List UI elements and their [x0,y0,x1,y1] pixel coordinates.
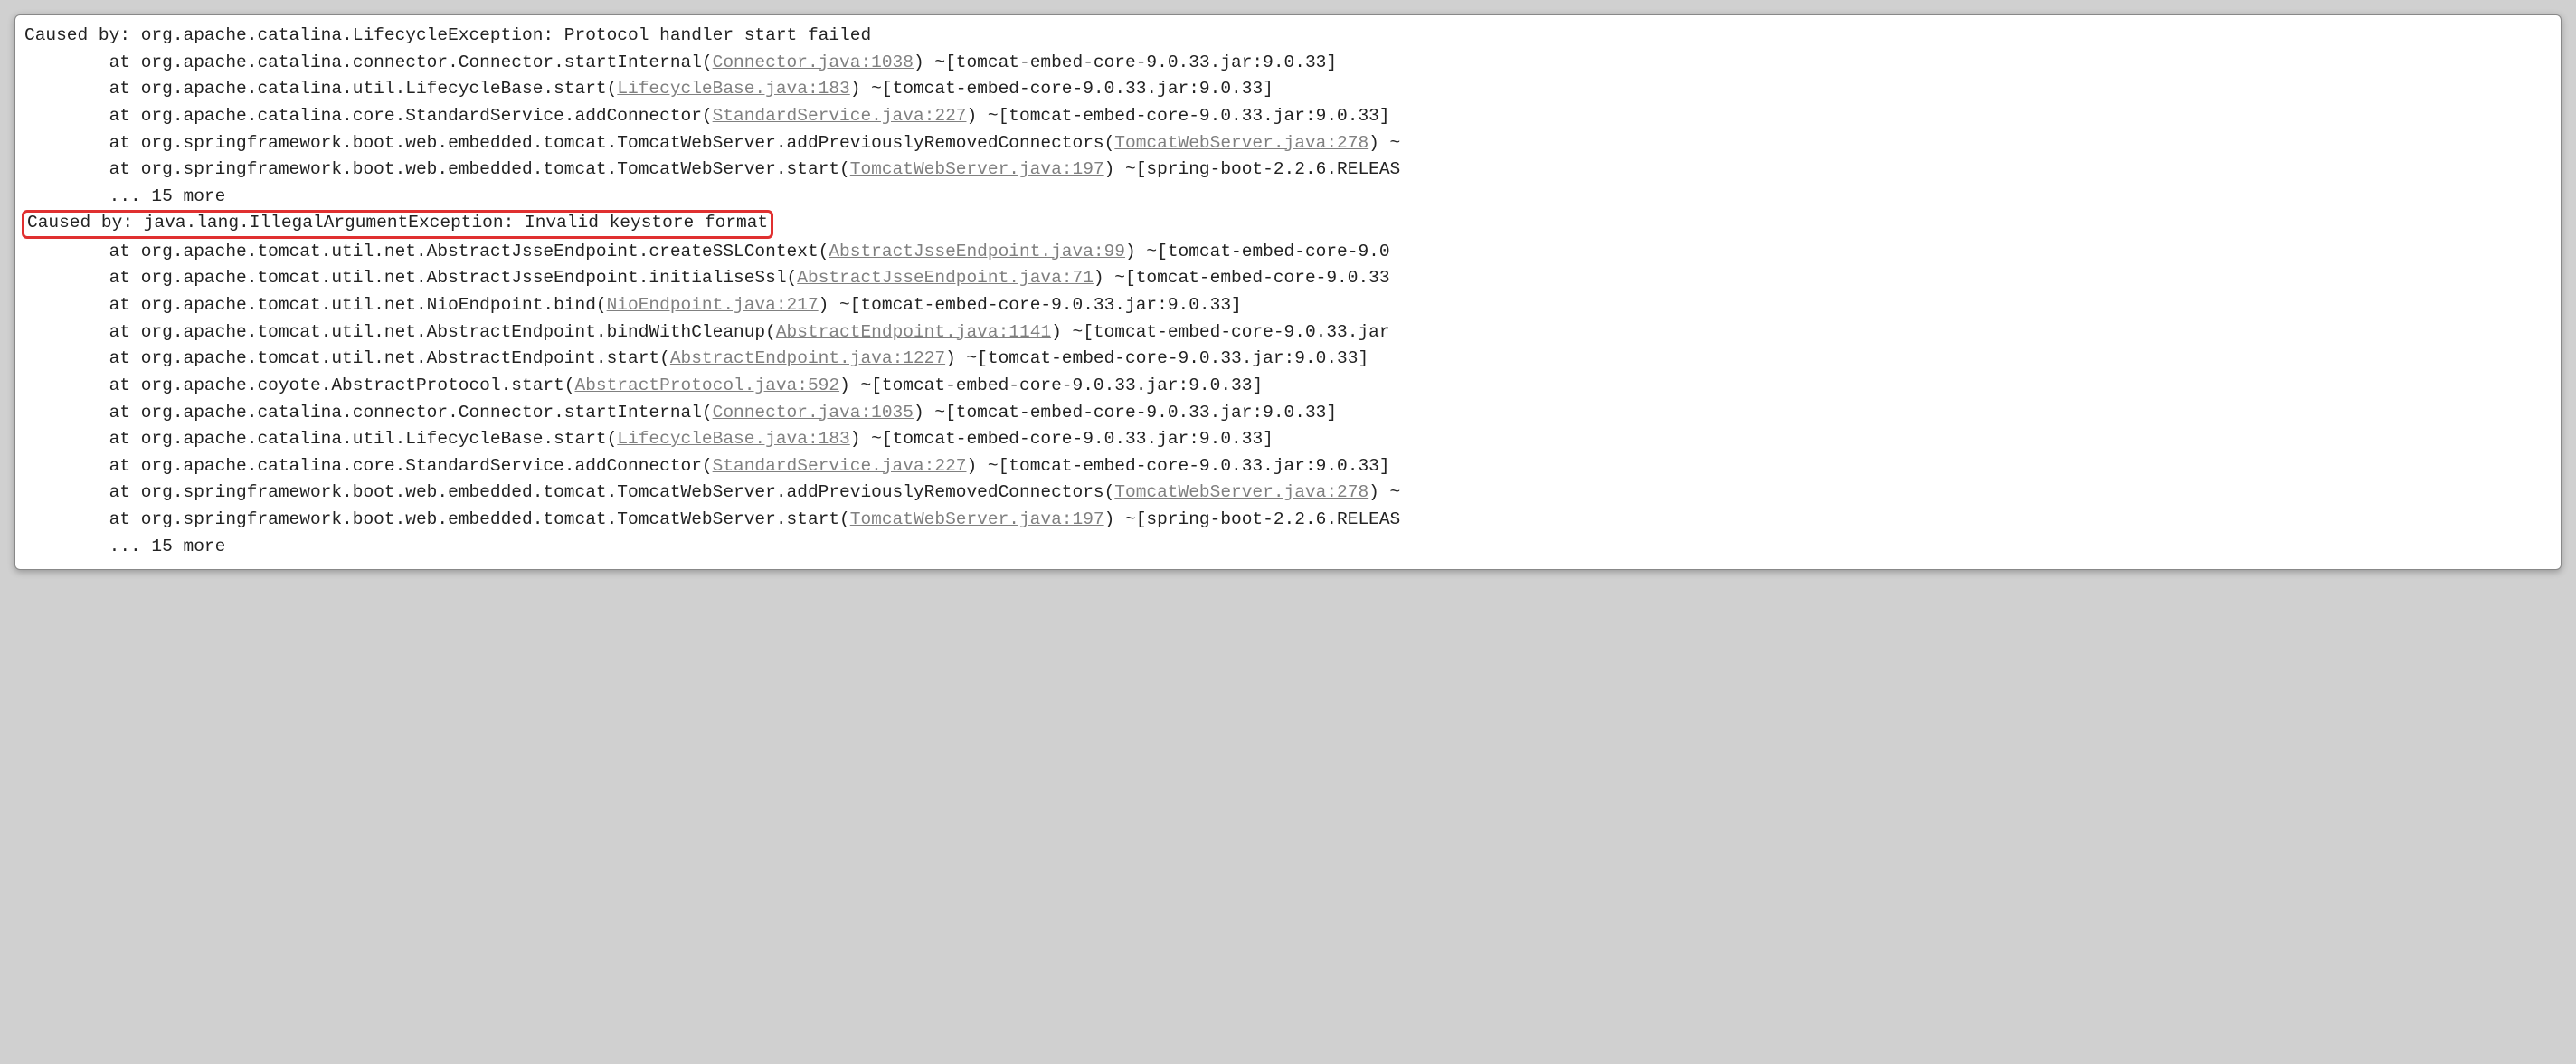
stacktrace-line: at org.apache.tomcat.util.net.AbstractJs… [24,265,2552,292]
trace-text: at org.apache.catalina.connector.Connect… [24,403,713,423]
stacktrace-line: at org.springframework.boot.web.embedded… [24,507,2552,534]
trace-suffix: ) ~[tomcat-embed-core-9.0.33.jar:9.0.33] [850,429,1274,449]
trace-suffix: ) ~[tomcat-embed-core-9.0.33.jar:9.0.33] [839,375,1263,395]
trace-text: at org.apache.catalina.util.LifecycleBas… [24,79,617,99]
trace-suffix: ) ~ [1368,482,1400,502]
trace-suffix: ) ~[tomcat-embed-core-9.0.33.jar [1051,322,1389,342]
source-link[interactable]: AbstractEndpoint.java:1227 [670,348,945,368]
stacktrace-line: at org.springframework.boot.web.embedded… [24,157,2552,184]
source-link[interactable]: LifecycleBase.java:183 [617,429,849,449]
stacktrace-line: at org.apache.catalina.core.StandardServ… [24,103,2552,130]
stacktrace-line: at org.springframework.boot.web.embedded… [24,130,2552,157]
trace-text: at org.springframework.boot.web.embedded… [24,482,1114,502]
trace-text: at org.apache.catalina.connector.Connect… [24,52,713,72]
trace-suffix: ) ~[tomcat-embed-core-9.0.33.jar:9.0.33] [850,79,1274,99]
stacktrace-line: at org.apache.catalina.core.StandardServ… [24,453,2552,480]
trace-suffix: ) ~[tomcat-embed-core-9.0.33.jar:9.0.33] [819,295,1242,315]
stacktrace-line: Caused by: org.apache.catalina.Lifecycle… [24,23,2552,50]
source-link[interactable]: AbstractProtocol.java:592 [575,375,840,395]
trace-text: at org.apache.catalina.util.LifecycleBas… [24,429,617,449]
trace-text: at org.apache.catalina.core.StandardServ… [24,456,713,476]
trace-text: at org.springframework.boot.web.embedded… [24,133,1114,153]
highlighted-exception: Caused by: java.lang.IllegalArgumentExce… [22,210,773,238]
trace-text: at org.apache.coyote.AbstractProtocol.st… [24,375,575,395]
trace-suffix: ) ~[spring-boot-2.2.6.RELEAS [1104,509,1401,529]
trace-text: at org.apache.tomcat.util.net.AbstractJs… [24,242,829,261]
stacktrace-line: at org.apache.catalina.util.LifecycleBas… [24,426,2552,453]
source-link[interactable]: StandardService.java:227 [713,106,967,126]
source-link[interactable]: TomcatWebServer.java:278 [1114,482,1368,502]
trace-suffix: ) ~ [1368,133,1400,153]
stacktrace-line: at org.apache.tomcat.util.net.AbstractEn… [24,346,2552,373]
trace-suffix: ) ~[tomcat-embed-core-9.0.33.jar:9.0.33] [966,456,1389,476]
trace-suffix: ) ~[tomcat-embed-core-9.0.33.jar:9.0.33] [966,106,1389,126]
trace-text: at org.springframework.boot.web.embedded… [24,159,850,179]
trace-text: ... 15 more [24,537,225,556]
trace-text: at org.apache.tomcat.util.net.AbstractEn… [24,322,776,342]
trace-suffix: ) ~[tomcat-embed-core-9.0.33.jar:9.0.33] [914,52,1337,72]
trace-suffix: ) ~[tomcat-embed-core-9.0.33.jar:9.0.33] [914,403,1337,423]
stacktrace-line: at org.springframework.boot.web.embedded… [24,480,2552,507]
stacktrace-line: at org.apache.catalina.connector.Connect… [24,400,2552,427]
trace-suffix: ) ~[tomcat-embed-core-9.0.33.jar:9.0.33] [945,348,1368,368]
stacktrace-line: at org.apache.catalina.connector.Connect… [24,50,2552,77]
trace-text: at org.apache.tomcat.util.net.AbstractJs… [24,268,797,288]
trace-suffix: ) ~[tomcat-embed-core-9.0 [1125,242,1390,261]
trace-text: at org.apache.catalina.core.StandardServ… [24,106,713,126]
source-link[interactable]: Connector.java:1038 [713,52,914,72]
exception-text: Caused by: java.lang.IllegalArgumentExce… [27,213,768,233]
stacktrace-line: Caused by: java.lang.IllegalArgumentExce… [24,210,2552,238]
source-link[interactable]: AbstractJsseEndpoint.java:99 [829,242,1125,261]
trace-text: at org.springframework.boot.web.embedded… [24,509,850,529]
trace-text: ... 15 more [24,186,225,206]
source-link[interactable]: Connector.java:1035 [713,403,914,423]
source-link[interactable]: AbstractJsseEndpoint.java:71 [797,268,1094,288]
source-link[interactable]: TomcatWebServer.java:278 [1114,133,1368,153]
stacktrace-line: ... 15 more [24,534,2552,561]
source-link[interactable]: AbstractEndpoint.java:1141 [776,322,1051,342]
stacktrace-line: at org.apache.tomcat.util.net.NioEndpoin… [24,292,2552,319]
trace-text: at org.apache.tomcat.util.net.NioEndpoin… [24,295,607,315]
stacktrace-line: at org.apache.tomcat.util.net.AbstractJs… [24,239,2552,266]
stacktrace-line: at org.apache.coyote.AbstractProtocol.st… [24,373,2552,400]
trace-text: at org.apache.tomcat.util.net.AbstractEn… [24,348,670,368]
stacktrace-line: at org.apache.catalina.util.LifecycleBas… [24,76,2552,103]
source-link[interactable]: TomcatWebServer.java:197 [850,159,1104,179]
stacktrace-line: ... 15 more [24,184,2552,211]
source-link[interactable]: StandardService.java:227 [713,456,967,476]
stacktrace-container: Caused by: org.apache.catalina.Lifecycle… [14,14,2562,570]
source-link[interactable]: TomcatWebServer.java:197 [850,509,1104,529]
trace-suffix: ) ~[tomcat-embed-core-9.0.33 [1094,268,1390,288]
source-link[interactable]: LifecycleBase.java:183 [617,79,849,99]
trace-suffix: ) ~[spring-boot-2.2.6.RELEAS [1104,159,1401,179]
trace-text: Caused by: org.apache.catalina.Lifecycle… [24,25,871,45]
stacktrace-line: at org.apache.tomcat.util.net.AbstractEn… [24,319,2552,347]
source-link[interactable]: NioEndpoint.java:217 [607,295,819,315]
